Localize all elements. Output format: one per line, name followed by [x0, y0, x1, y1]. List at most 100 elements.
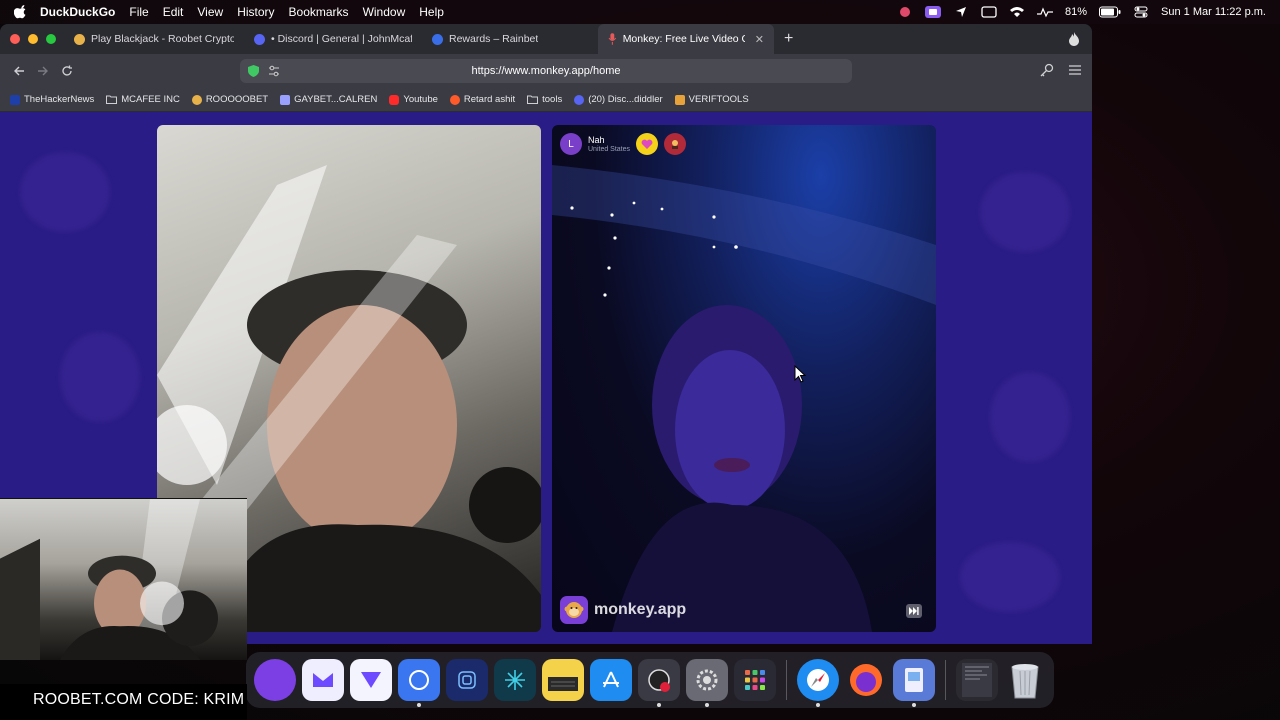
bookmark-label: GAYBET...CALREN [294, 94, 378, 105]
control-center-icon[interactable] [1133, 6, 1149, 18]
firefox-icon[interactable] [845, 659, 887, 701]
signal-icon[interactable] [398, 659, 440, 707]
roobet-favicon-icon [74, 33, 85, 45]
apple-logo-icon[interactable] [14, 5, 28, 19]
proton-vpn-icon[interactable] [350, 659, 392, 701]
key-icon[interactable] [1040, 63, 1054, 77]
battery-icon[interactable] [1099, 6, 1121, 18]
character-badge-icon[interactable] [664, 133, 687, 155]
monkey-logo-icon [560, 596, 588, 624]
menu-history[interactable]: History [237, 5, 274, 19]
gaybet-icon [280, 94, 291, 105]
app-store-icon[interactable] [590, 659, 632, 701]
proton-mail-icon[interactable] [302, 659, 344, 701]
peer-info: L Nah United States [560, 133, 687, 155]
running-indicator [657, 703, 661, 707]
close-tab-icon[interactable]: ✕ [755, 33, 764, 46]
bookmark-veriftools[interactable]: VERIFTOOLS [674, 94, 749, 105]
menu-view[interactable]: View [197, 5, 223, 19]
app-name-menu[interactable]: DuckDuckGo [40, 5, 115, 19]
tab-label: • Discord | General | JohnMcafee [271, 33, 412, 45]
menu-bar: DuckDuckGo File Edit View History Bookma… [0, 0, 1280, 24]
tab-monkey[interactable]: Monkey: Free Live Video C ✕ [598, 24, 774, 54]
rainbet-favicon-icon [432, 33, 443, 45]
skip-button[interactable] [906, 604, 922, 618]
privacy-shield-icon[interactable] [248, 65, 259, 77]
clock[interactable]: Sun 1 Mar 11:22 p.m. [1161, 6, 1266, 18]
window-controls [0, 34, 64, 44]
background-blob [960, 542, 1060, 612]
perplexity-icon[interactable] [494, 659, 536, 701]
background-blob [60, 332, 140, 422]
bookmark-label: tools [542, 94, 563, 105]
menu-edit[interactable]: Edit [163, 5, 184, 19]
peer-text: Nah United States [588, 135, 630, 154]
peer-country: United States [588, 145, 631, 153]
discord-favicon-icon [254, 33, 265, 45]
desktop: DuckDuckGo File Edit View History Bookma… [0, 0, 1280, 720]
peer-avatar[interactable]: L [560, 133, 582, 155]
folder-icon [527, 95, 539, 104]
site-settings-icon[interactable] [268, 65, 280, 77]
bookmark-tools-folder[interactable]: tools [527, 94, 562, 105]
bookmark-label: Retard ashit [463, 94, 516, 105]
peer-name: Nah [588, 134, 605, 145]
bookmark-reddit[interactable]: Retard ashit [449, 94, 516, 105]
menu-file[interactable]: File [129, 5, 148, 19]
bookmark-label: Youtube [403, 94, 438, 105]
system-settings-icon[interactable] [686, 659, 728, 707]
activity-icon[interactable] [1037, 6, 1053, 18]
fingerprint-app-icon[interactable] [446, 659, 488, 701]
bookmark-thehackernews[interactable]: TheHackerNews [10, 94, 94, 105]
safari-icon[interactable] [797, 659, 839, 707]
fast-forward-icon [909, 607, 919, 615]
url-text: https://www.monkey.app/home [471, 65, 621, 77]
back-button[interactable] [8, 60, 30, 82]
youtube-icon [389, 94, 400, 105]
navigation-bar: https://www.monkey.app/home [0, 54, 1092, 88]
bookmark-discord[interactable]: (20) Disc...diddler [574, 94, 663, 105]
running-indicator [417, 703, 421, 707]
location-icon[interactable] [953, 6, 969, 18]
screen-recorder-icon[interactable] [638, 659, 680, 707]
arrow-left-icon [14, 66, 24, 76]
microphone-active-icon [608, 33, 617, 45]
tab-rainbet[interactable]: Rewards – Rainbet [422, 24, 598, 54]
heart-badge-icon[interactable] [636, 133, 659, 155]
promo-caption: ROOBET.COM CODE: KRIM [33, 691, 245, 708]
new-tab-button[interactable]: + [784, 30, 793, 48]
camera-indicator-icon[interactable] [897, 6, 913, 18]
address-bar[interactable]: https://www.monkey.app/home [240, 59, 852, 83]
menu-help[interactable]: Help [419, 5, 444, 19]
tor-browser-icon[interactable] [254, 659, 296, 701]
zoom-window-button[interactable] [46, 34, 56, 44]
bookmark-roobet[interactable]: ROOOOOBET [191, 94, 269, 105]
launchpad-icon[interactable] [734, 659, 776, 701]
trash-icon[interactable] [1004, 659, 1046, 701]
forward-button[interactable] [32, 60, 54, 82]
wifi-icon[interactable] [1009, 6, 1025, 18]
screen-share-icon[interactable] [925, 6, 941, 18]
bookmark-label: ROOOOOBET [205, 94, 269, 105]
reload-button[interactable] [56, 60, 78, 82]
minimize-window-button[interactable] [28, 34, 38, 44]
bookmark-gaybet[interactable]: GAYBET...CALREN [280, 94, 377, 105]
preview-icon[interactable] [893, 659, 935, 707]
fire-button-icon[interactable] [1068, 32, 1080, 46]
bookmark-youtube[interactable]: Youtube [389, 94, 438, 105]
veriftools-icon [674, 94, 685, 105]
keyboard-icon[interactable] [981, 6, 997, 18]
brand-text: monkey.app [594, 601, 687, 618]
close-window-button[interactable] [10, 34, 20, 44]
bookmark-mcafee-folder[interactable]: MCAFEE INC [106, 94, 180, 105]
peer-video-feed: L Nah United States monkey.app [552, 125, 936, 632]
tab-roobet[interactable]: Play Blackjack - Roobet Crypto C [64, 24, 244, 54]
reddit-icon [449, 94, 460, 105]
tab-discord[interactable]: • Discord | General | JohnMcafee [244, 24, 422, 54]
arrow-right-icon [38, 66, 48, 76]
hamburger-menu-icon[interactable] [1068, 63, 1082, 77]
menu-window[interactable]: Window [363, 5, 406, 19]
notes-icon[interactable] [542, 659, 584, 701]
downloads-stack-icon[interactable] [956, 659, 998, 701]
menu-bookmarks[interactable]: Bookmarks [289, 5, 349, 19]
